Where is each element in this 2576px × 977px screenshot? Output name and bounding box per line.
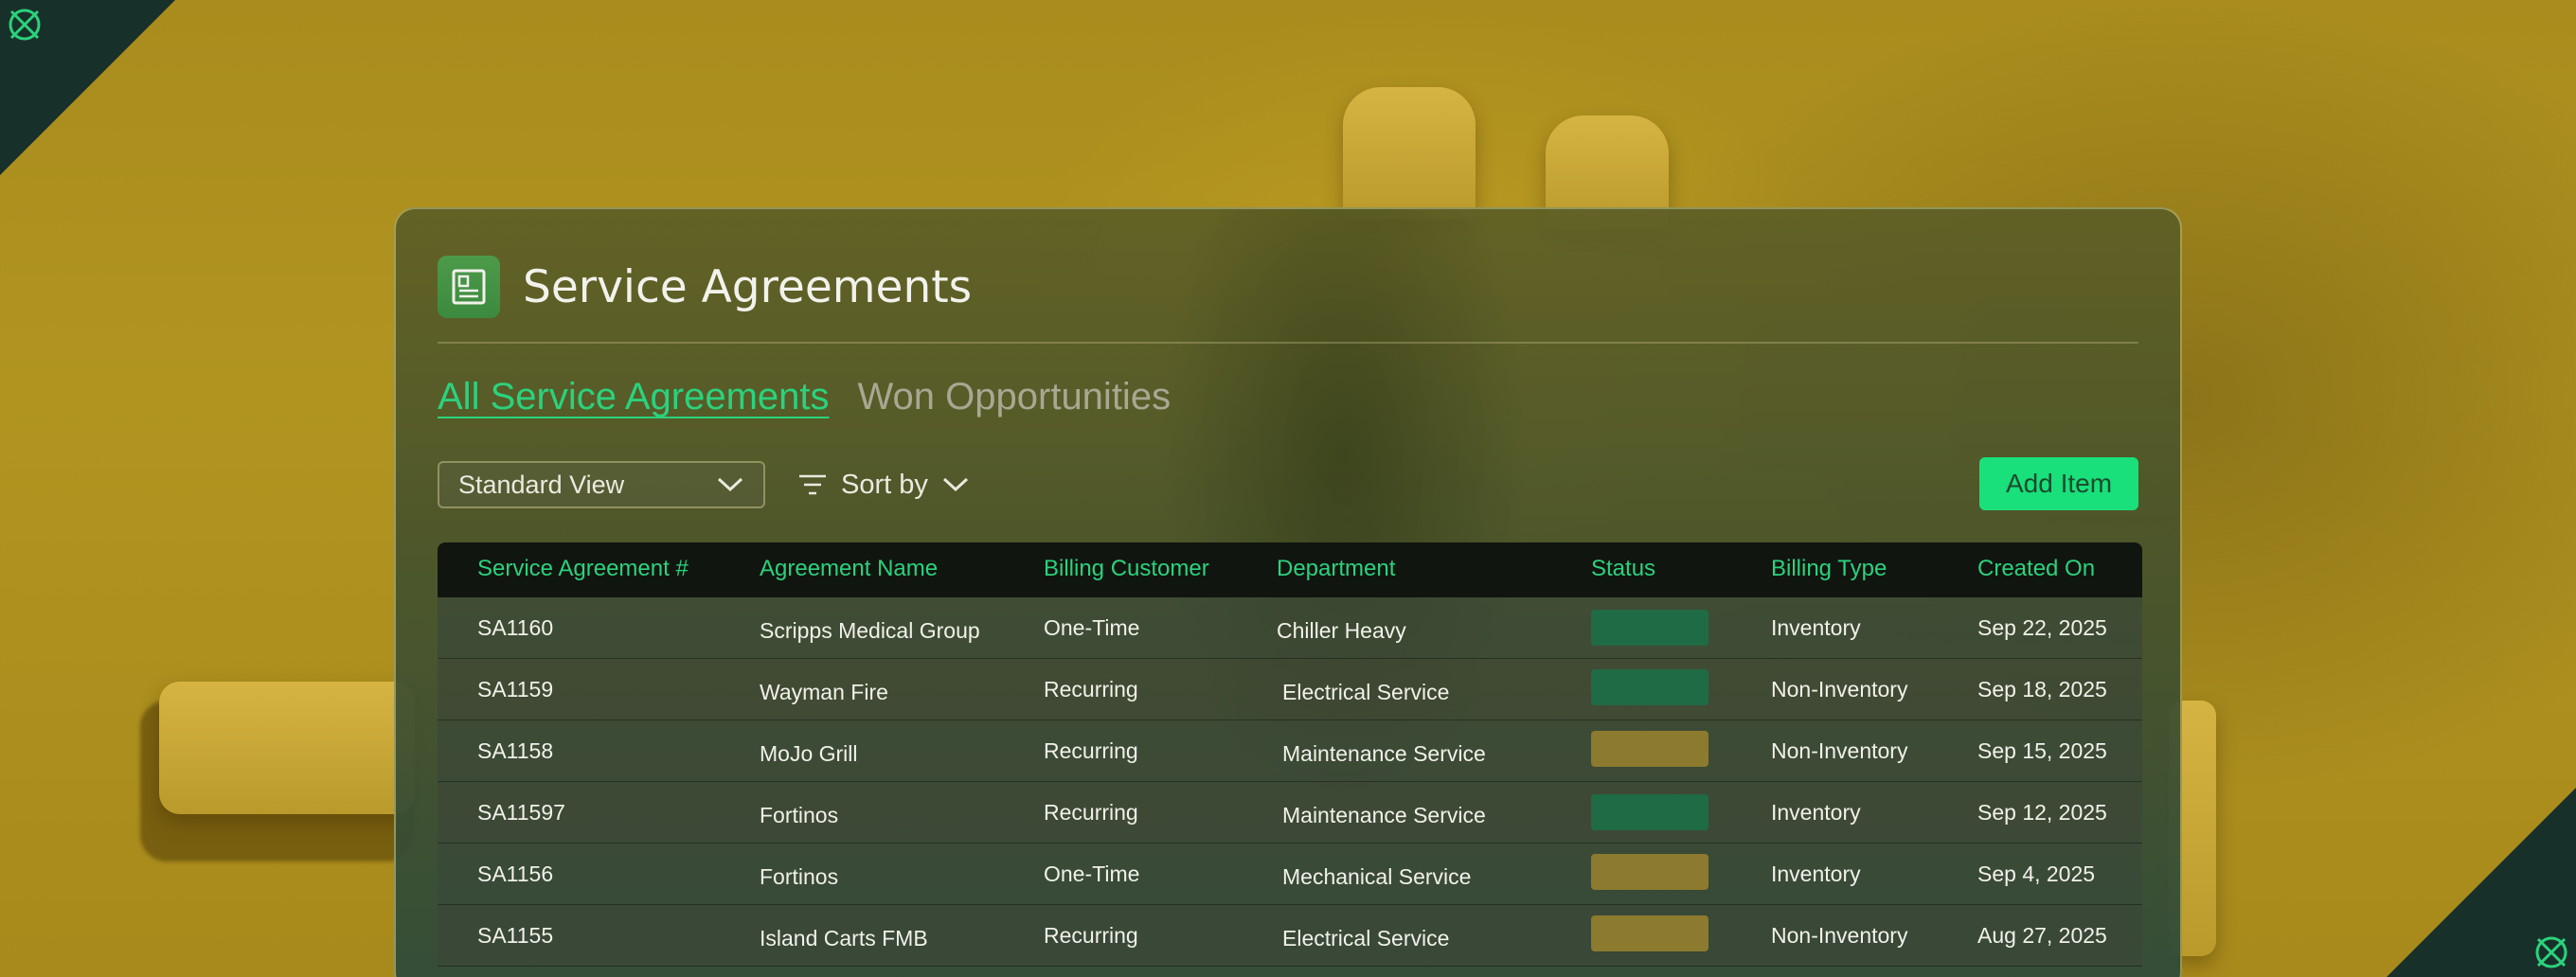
billing-type: Inventory [1771,862,1861,886]
table-row[interactable]: SA1155 Island Carts FMB Recurring Electr… [438,905,2142,967]
page-title: Service Agreements [523,260,973,313]
sort-by-label: Sort by [841,469,928,500]
document-icon [438,256,500,318]
status-badge [1591,854,1708,890]
billing-customer: Recurring [1044,738,1138,763]
crosshair-logo-icon [9,9,41,41]
add-item-button[interactable]: Add Item [1979,457,2138,510]
filter-lines-icon [799,474,826,495]
agreement-number: SA1155 [477,923,554,948]
created-on: Aug 27, 2025 [1977,923,2107,948]
view-select[interactable]: Standard View [438,461,765,508]
sort-by-button[interactable]: Sort by [797,461,970,508]
department: Electrical Service [1282,680,1450,704]
billing-type: Non-Inventory [1771,923,1908,948]
background-fixture [1343,87,1476,220]
agreement-name: Fortinos [760,803,839,827]
view-select-value: Standard View [458,470,625,499]
column-header-agreement-number[interactable]: Service Agreement # [477,556,689,582]
agreement-name: MoJo Grill [760,741,858,766]
agreement-number: SA1158 [477,738,554,763]
table-row[interactable]: SA1158 MoJo Grill Recurring Maintenance … [438,720,2142,782]
agreement-name: Fortinos [760,864,839,889]
column-header-department[interactable]: Department [1277,556,1395,582]
created-on: Sep 15, 2025 [1977,738,2107,763]
background-fixture [159,682,415,814]
tab-all-service-agreements[interactable]: All Service Agreements [438,376,830,418]
toolbar: Standard View Sort by Add Item [438,457,2138,510]
agreement-name: Wayman Fire [760,680,888,704]
created-on: Sep 12, 2025 [1977,800,2107,825]
service-agreements-panel: Service Agreements All Service Agreement… [394,207,2182,977]
agreement-name: Scripps Medical Group [760,618,980,643]
billing-type: Inventory [1771,800,1861,825]
department: Maintenance Service [1282,803,1486,827]
billing-customer: Recurring [1044,800,1138,825]
column-header-agreement-name[interactable]: Agreement Name [760,556,938,582]
table-row[interactable]: SA11597 Fortinos Recurring Maintenance S… [438,782,2142,844]
table-row[interactable]: SA1160 Scripps Medical Group One-Time Ch… [438,597,2142,659]
table-row[interactable]: SA1159 Wayman Fire Recurring Electrical … [438,659,2142,720]
billing-type: Non-Inventory [1771,677,1908,702]
status-badge [1591,669,1708,705]
billing-customer: One-Time [1044,615,1140,640]
department: Electrical Service [1282,926,1450,950]
billing-customer: One-Time [1044,862,1140,886]
column-header-billing-customer[interactable]: Billing Customer [1044,556,1209,582]
table-body: SA1160 Scripps Medical Group One-Time Ch… [438,597,2142,967]
status-badge [1591,915,1708,951]
panel-header: Service Agreements [438,256,2138,344]
department: Chiller Heavy [1277,618,1406,643]
billing-customer: Recurring [1044,677,1138,702]
created-on: Sep 18, 2025 [1977,677,2107,702]
table-row[interactable]: SA1156 Fortinos One-Time Mechanical Serv… [438,844,2142,905]
agreement-number: SA1159 [477,677,554,702]
tab-bar: All Service Agreements Won Opportunities [438,376,1171,418]
billing-type: Non-Inventory [1771,738,1908,763]
department: Maintenance Service [1282,741,1486,766]
table-header-row: Service Agreement # Agreement Name Billi… [438,542,2142,597]
created-on: Sep 4, 2025 [1977,862,2096,886]
column-header-billing-type[interactable]: Billing Type [1771,556,1887,582]
crosshair-logo-icon [2535,936,2567,968]
agreement-number: SA1160 [477,615,554,640]
billing-type: Inventory [1771,615,1861,640]
status-badge [1591,610,1708,646]
tab-won-opportunities[interactable]: Won Opportunities [858,376,1172,418]
column-header-status[interactable]: Status [1591,556,1655,582]
status-badge [1591,731,1708,767]
chevron-down-icon [942,477,968,492]
chevron-down-icon [717,477,743,492]
department: Mechanical Service [1282,864,1472,889]
agreement-number: SA1156 [477,862,554,886]
agreement-name: Island Carts FMB [760,926,928,950]
column-header-created-on[interactable]: Created On [1977,556,2095,582]
billing-customer: Recurring [1044,923,1138,948]
agreement-number: SA11597 [477,800,565,825]
status-badge [1591,794,1708,830]
service-agreements-table: Service Agreement # Agreement Name Billi… [438,542,2142,977]
created-on: Sep 22, 2025 [1977,615,2107,640]
